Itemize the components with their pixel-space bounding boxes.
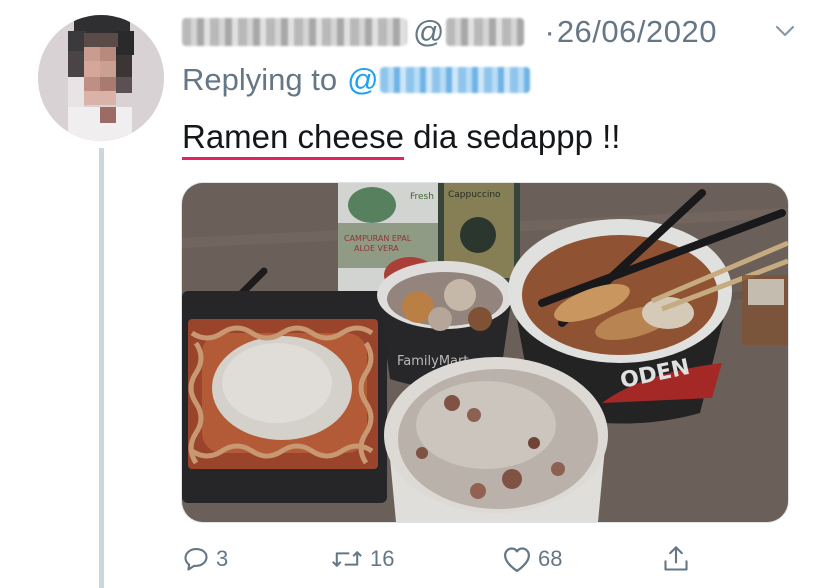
replying-mention-at[interactable]: @ <box>347 62 378 98</box>
display-name-redacted[interactable] <box>182 18 407 46</box>
replying-mention-redacted[interactable] <box>379 67 530 93</box>
retweet-icon <box>332 551 362 567</box>
reply-button[interactable]: 3 <box>182 541 228 577</box>
retweet-button[interactable]: 16 <box>330 541 394 577</box>
like-button[interactable]: 68 <box>502 541 562 577</box>
tweet-photo[interactable]: Fresh CAMPURAN EPAL ALOE VERA Cappuccino <box>181 182 789 523</box>
tweet-actions: 3 16 68 <box>182 541 782 577</box>
food-photo: Fresh CAMPURAN EPAL ALOE VERA Cappuccino <box>182 183 788 522</box>
replying-label: Replying to <box>182 62 338 97</box>
tweet-header: @ · 26/06/2020 <box>182 12 802 52</box>
handle-at-sign[interactable]: @ <box>413 14 444 50</box>
separator-dot: · <box>544 14 555 49</box>
like-count: 68 <box>538 546 563 571</box>
thread-line <box>99 148 104 588</box>
tweet-date[interactable]: 26/06/2020 <box>557 14 717 50</box>
share-button[interactable] <box>662 541 696 577</box>
tweet-text: Ramen cheese dia sedappp !! <box>182 118 621 160</box>
tweet-text-underlined: Ramen cheese <box>182 118 404 160</box>
avatar[interactable] <box>38 15 164 141</box>
heart-icon <box>504 547 530 572</box>
handle-redacted[interactable] <box>446 18 525 46</box>
tweet-text-rest: dia sedappp !! <box>403 118 621 155</box>
reply-icon <box>184 548 208 571</box>
avatar-image <box>38 15 164 141</box>
retweet-count: 16 <box>370 546 395 571</box>
chevron-down-icon[interactable] <box>774 20 796 42</box>
share-icon <box>664 546 688 571</box>
replying-to: Replying to @ <box>182 62 530 98</box>
reply-count: 3 <box>216 546 229 571</box>
